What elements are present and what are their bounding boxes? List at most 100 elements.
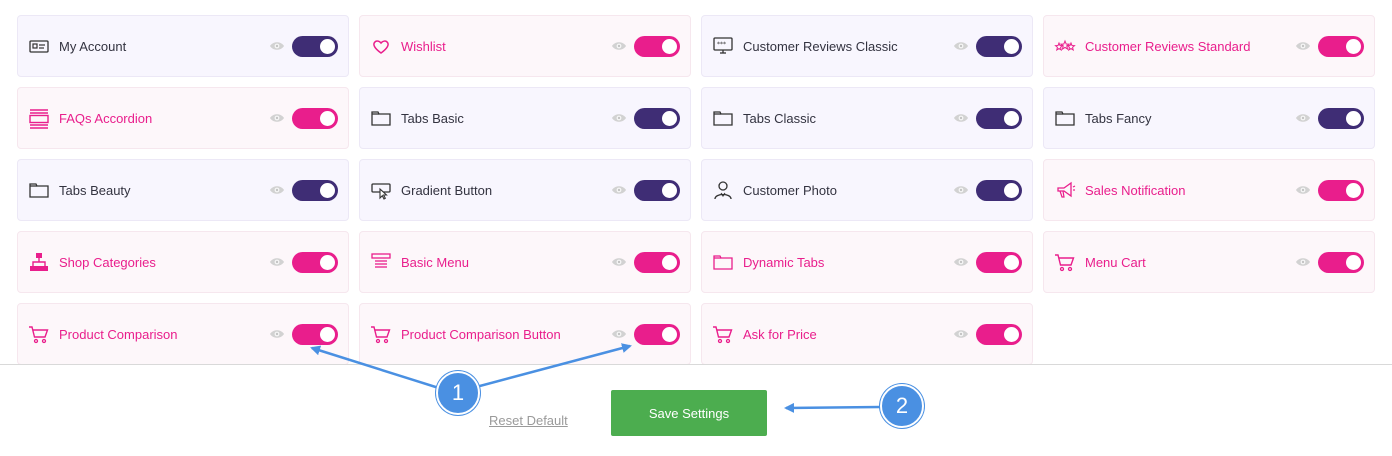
menu-icon [370,251,392,273]
widget-card-dynamic-tabs: Dynamic Tabs [701,231,1033,293]
widget-card-faqs-accordion: FAQs Accordion [17,87,349,149]
svg-text:***: *** [717,41,726,48]
toggle-knob [1004,254,1019,270]
toggle-knob [320,182,335,198]
widget-label: Tabs Classic [743,110,816,126]
widget-card-product-comparison: Product Comparison [17,303,349,365]
eye-icon[interactable] [269,40,285,52]
widget-toggle-faqs-accordion[interactable] [292,107,338,129]
toggle-knob [662,110,677,126]
widget-toggle-gradient-button[interactable] [634,179,680,201]
widget-toggle-dynamic-tabs[interactable] [976,251,1022,273]
eye-icon[interactable] [1295,184,1311,196]
widget-label: Tabs Beauty [59,182,131,198]
toggle-knob [662,38,677,54]
tab-window-icon [28,179,50,201]
eye-icon[interactable] [1295,40,1311,52]
toggle-knob [1004,182,1019,198]
widget-label: Wishlist [401,38,446,54]
sitemap-icon [28,251,50,273]
widget-label: Menu Cart [1085,254,1146,270]
widget-label: Gradient Button [401,182,493,198]
widget-card-tabs-fancy: Tabs Fancy [1043,87,1375,149]
widget-toggle-tabs-beauty[interactable] [292,179,338,201]
widget-card-basic-menu: Basic Menu [359,231,691,293]
widget-toggle-basic-menu[interactable] [634,251,680,273]
footer-divider [0,364,1392,365]
widget-toggle-customer-reviews-classic[interactable] [976,35,1022,57]
arrow-to-save-button [784,402,881,413]
toggle-knob [320,326,335,342]
eye-icon[interactable] [953,328,969,340]
toggle-knob [1346,38,1361,54]
cart-icon [1054,251,1076,273]
widget-toggle-tabs-basic[interactable] [634,107,680,129]
tab-window-icon [1054,107,1076,129]
widget-card-tabs-basic: Tabs Basic [359,87,691,149]
widget-toggle-shop-categories[interactable] [292,251,338,273]
eye-icon[interactable] [953,112,969,124]
widget-toggle-product-comparison-button[interactable] [634,323,680,345]
eye-icon[interactable] [953,184,969,196]
reset-default-link[interactable]: Reset Default [489,413,568,428]
eye-icon[interactable] [611,184,627,196]
toggle-knob [662,326,677,342]
tab-window-icon [712,251,734,273]
widget-toggle-customer-photo[interactable] [976,179,1022,201]
save-settings-button[interactable]: Save Settings [611,390,767,436]
widget-card-customer-photo: Customer Photo [701,159,1033,221]
toggle-knob [1004,110,1019,126]
widget-label: FAQs Accordion [59,110,153,126]
eye-icon[interactable] [1295,112,1311,124]
toggle-knob [1346,254,1361,270]
eye-icon[interactable] [611,328,627,340]
toggle-knob [320,110,335,126]
account-card-icon [28,35,50,57]
widget-label: My Account [59,38,127,54]
eye-icon[interactable] [269,328,285,340]
widget-toggle-tabs-fancy[interactable] [1318,107,1364,129]
eye-icon[interactable] [269,256,285,268]
widget-toggle-tabs-classic[interactable] [976,107,1022,129]
review-monitor-icon: *** [712,35,734,57]
widget-toggle-ask-for-price[interactable] [976,323,1022,345]
widget-label: Customer Reviews Standard [1085,38,1251,54]
widget-card-menu-cart: Menu Cart [1043,231,1375,293]
eye-icon[interactable] [1295,256,1311,268]
widget-card-shop-categories: Shop Categories [17,231,349,293]
widget-card-ask-for-price: Ask for Price [701,303,1033,365]
eye-icon[interactable] [953,40,969,52]
eye-icon[interactable] [953,256,969,268]
widget-label: Tabs Basic [401,110,464,126]
eye-icon[interactable] [269,184,285,196]
widget-toggle-menu-cart[interactable] [1318,251,1364,273]
eye-icon[interactable] [611,256,627,268]
widget-card-customer-reviews-standard: Customer Reviews Standard [1043,15,1375,77]
button-cursor-icon [370,179,392,201]
widget-card-wishlist: Wishlist [359,15,691,77]
toggle-knob [662,182,677,198]
eye-icon[interactable] [269,112,285,124]
cart-icon [712,323,734,345]
widget-card-gradient-button: Gradient Button [359,159,691,221]
widget-card-tabs-beauty: Tabs Beauty [17,159,349,221]
widget-grid: My Account Wishlist *** Customer Reviews Cl… [17,15,1377,365]
callout-badge-1: 1 [436,371,480,415]
widget-toggle-customer-reviews-standard[interactable] [1318,35,1364,57]
widget-toggle-my-account[interactable] [292,35,338,57]
widget-label: Tabs Fancy [1085,110,1152,126]
widget-label: Customer Photo [743,182,837,198]
eye-icon[interactable] [611,40,627,52]
widget-toggle-wishlist[interactable] [634,35,680,57]
widget-toggle-sales-notification[interactable] [1318,179,1364,201]
cart-icon [370,323,392,345]
toggle-knob [320,254,335,270]
toggle-knob [1004,326,1019,342]
widget-label: Ask for Price [743,326,817,342]
widget-toggle-product-comparison[interactable] [292,323,338,345]
toggle-knob [320,38,335,54]
widget-card-sales-notification: Sales Notification [1043,159,1375,221]
eye-icon[interactable] [611,112,627,124]
widget-label: Dynamic Tabs [743,254,825,270]
widget-card-customer-reviews-classic: *** Customer Reviews Classic [701,15,1033,77]
